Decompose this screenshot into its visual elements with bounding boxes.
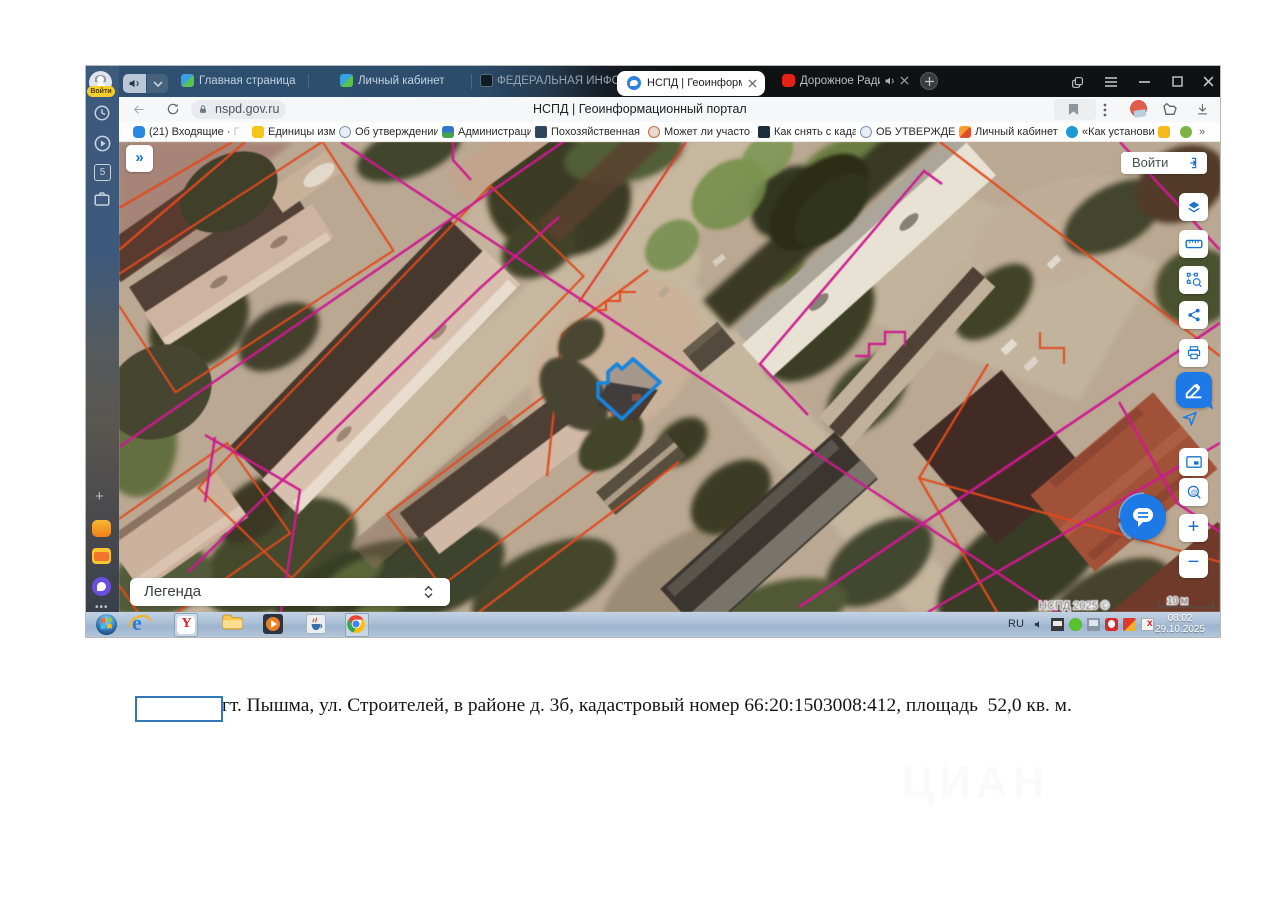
svg-text:10 м: 10 м: [1167, 596, 1188, 607]
svg-text:@: @: [1190, 489, 1196, 496]
svg-text:НСПД 2025 ©: НСПД 2025 ©: [1039, 600, 1109, 612]
